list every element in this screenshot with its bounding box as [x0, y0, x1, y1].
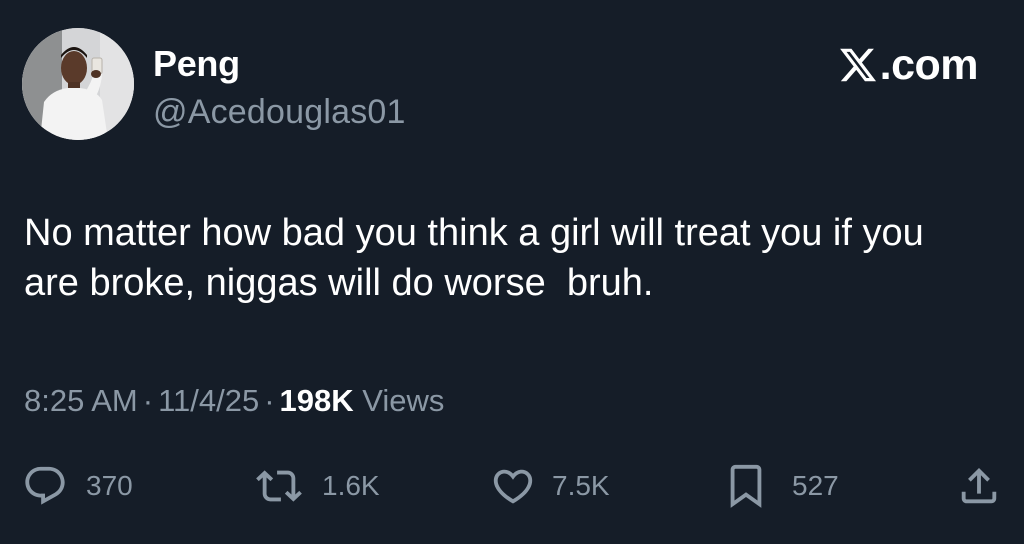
repost-button[interactable]: 1.6K: [254, 461, 380, 511]
reply-count: 370: [86, 470, 133, 501]
display-name[interactable]: Peng: [153, 42, 240, 86]
meta-separator: ·: [264, 383, 275, 418]
avatar[interactable]: [22, 28, 134, 140]
views-label: Views: [362, 383, 445, 418]
like-count: 7.5K: [552, 470, 610, 501]
repost-count: 1.6K: [322, 470, 380, 501]
views-count: 198K: [279, 383, 354, 418]
reply-icon: [22, 463, 68, 509]
share-icon: [956, 463, 1002, 509]
share-button[interactable]: [956, 461, 1002, 511]
tweet-text: No matter how bad you think a girl will …: [24, 212, 935, 304]
bookmark-icon: [726, 463, 766, 509]
reply-button[interactable]: 370: [22, 461, 133, 511]
like-button[interactable]: 7.5K: [490, 461, 610, 511]
tweet-meta: 8:25 AM · 11/4/25 · 198K Views: [24, 381, 444, 421]
bookmark-count: 527: [792, 470, 839, 501]
user-handle[interactable]: @Acedouglas01: [153, 91, 406, 133]
brand-mark: .com: [838, 40, 979, 90]
tweet-time[interactable]: 8:25 AM: [24, 383, 138, 418]
brand-label: .com: [879, 41, 979, 89]
bookmark-button[interactable]: 527: [726, 461, 839, 511]
meta-separator: ·: [142, 383, 154, 418]
action-bar: 370 1.6K 7.5K 527: [0, 461, 1024, 511]
heart-icon: [490, 463, 536, 509]
x-logo-icon: [838, 45, 878, 85]
repost-icon: [254, 463, 304, 509]
tweet-date[interactable]: 11/4/25: [158, 383, 259, 418]
